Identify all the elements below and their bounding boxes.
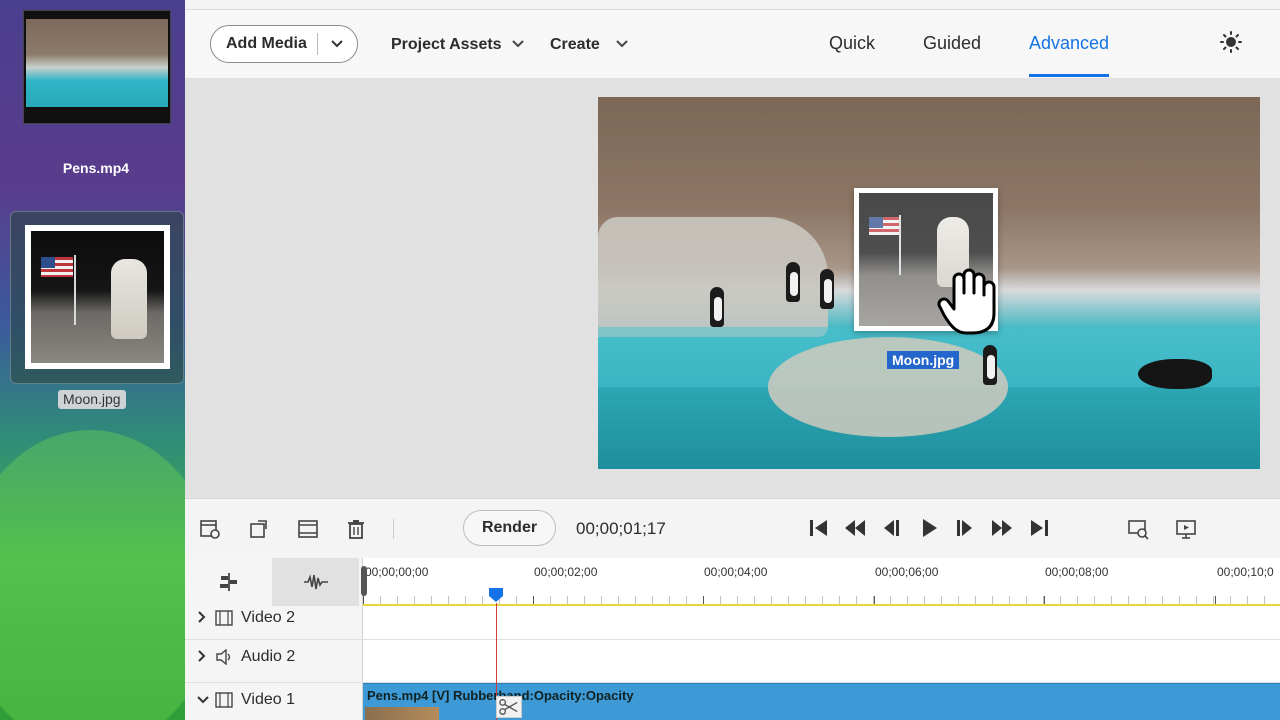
chevron-right-icon[interactable]: [197, 649, 207, 665]
audio-waveform-button[interactable]: [272, 558, 359, 606]
ruler-label: 00;00;10;0: [1217, 565, 1274, 579]
full-screen-preview-icon[interactable]: [1175, 518, 1197, 540]
ruler-label: 00;00;02;00: [534, 565, 598, 579]
create-menu[interactable]: Create: [550, 36, 628, 54]
pens-thumbnail-image: [26, 19, 168, 107]
step-forward-icon[interactable]: [952, 516, 978, 540]
ruler-major-tick: [1215, 596, 1216, 604]
chevron-down-icon[interactable]: [318, 36, 356, 52]
add-to-timeline-icon[interactable]: [199, 518, 221, 540]
track-row-video-2: Video 2: [185, 606, 1280, 640]
track-label: Video 2: [241, 609, 295, 626]
pens-file-label: Pens.mp4: [62, 160, 130, 176]
seal-shape: [1138, 359, 1212, 389]
fast-forward-icon[interactable]: [989, 516, 1015, 540]
astronaut-shape: [111, 259, 147, 339]
track-row-audio-2: Audio 2: [185, 640, 1280, 683]
chevron-right-icon[interactable]: [197, 610, 207, 626]
monitor-panel: Moon.jpg: [185, 78, 1280, 498]
play-icon[interactable]: [916, 516, 942, 540]
pens-video-thumbnail[interactable]: [23, 10, 171, 124]
track-label: Audio 2: [241, 648, 296, 665]
add-media-button[interactable]: Add Media: [210, 25, 358, 63]
flag-pole-shape: [899, 215, 901, 275]
flag-shape: [41, 257, 73, 277]
ruler-label: 00;00;06;00: [875, 565, 939, 579]
chevron-down-icon: [511, 36, 524, 54]
chevron-down-icon[interactable]: [197, 693, 209, 708]
desktop-background: Pens.mp4 Moon.jpg: [0, 0, 185, 720]
project-assets-label: Project Assets: [391, 36, 502, 53]
timeline-toolbar: Render 00;00;01;17: [185, 498, 1280, 558]
render-button[interactable]: Render: [463, 510, 556, 546]
rewind-icon[interactable]: [842, 516, 868, 540]
moon-image-thumbnail[interactable]: [25, 225, 170, 369]
toolbar-divider: [393, 519, 394, 539]
filmstrip-icon[interactable]: [297, 518, 319, 540]
waveform-icon: [303, 574, 328, 590]
go-to-end-icon[interactable]: [1026, 516, 1052, 540]
chevron-down-icon: [616, 36, 628, 54]
tab-advanced[interactable]: Advanced: [1029, 33, 1109, 54]
create-label: Create: [550, 36, 600, 53]
clip-thumbnail: [365, 707, 439, 720]
ruler-major-tick: [874, 596, 875, 604]
penguin-shape: [820, 269, 834, 309]
preview-zoom-icon[interactable]: [1127, 518, 1149, 540]
film-icon: [215, 610, 233, 626]
drag-file-label: Moon.jpg: [887, 351, 960, 369]
penguin-shape: [786, 262, 800, 302]
track-header-audio-2[interactable]: Audio 2: [197, 648, 295, 666]
film-icon: [215, 692, 233, 708]
align-icon: [219, 573, 237, 591]
add-media-label: Add Media: [226, 35, 307, 52]
brightness-icon[interactable]: [1220, 31, 1242, 53]
rotate-icon[interactable]: [248, 518, 270, 540]
step-back-icon[interactable]: [879, 516, 905, 540]
track-label: Video 1: [241, 691, 295, 708]
ruler-major-tick: [363, 596, 364, 604]
ruler-label: 00;00;00;00: [365, 565, 429, 579]
ruler-major-tick: [703, 596, 704, 604]
smart-trim-button[interactable]: [185, 558, 272, 606]
track-header-video-2[interactable]: Video 2: [197, 608, 295, 628]
work-area-start-handle[interactable]: [361, 566, 367, 596]
scissors-icon[interactable]: [496, 696, 522, 718]
timeline-panel: 00;00;00;00 00;00;02;00 00;00;04;00 00;0…: [185, 558, 1280, 720]
active-tab-indicator: [1029, 74, 1109, 77]
window-top-strip: [185, 0, 1280, 10]
speaker-icon: [216, 649, 231, 665]
ruler-major-tick: [533, 596, 534, 604]
video-preview[interactable]: Moon.jpg: [598, 97, 1260, 469]
moon-thumbnail-image: [31, 231, 164, 363]
app-header: Add Media Project Assets Create Quick Gu…: [185, 10, 1280, 78]
penguin-shape: [710, 287, 724, 327]
ruler-major-tick: [1044, 596, 1045, 604]
go-to-start-icon[interactable]: [806, 516, 832, 540]
playhead-handle[interactable]: [488, 587, 504, 603]
flag-pole-shape: [74, 255, 76, 325]
penguin-shape: [983, 345, 997, 385]
tab-guided[interactable]: Guided: [923, 33, 981, 54]
hand-cursor-icon: [937, 268, 996, 335]
moon-file-label: Moon.jpg: [58, 390, 126, 409]
project-assets-menu[interactable]: Project Assets: [391, 36, 524, 54]
tab-quick[interactable]: Quick: [829, 33, 875, 54]
ruler-label: 00;00;08;00: [1045, 565, 1109, 579]
trash-icon[interactable]: [345, 518, 367, 540]
premiere-elements-window: Add Media Project Assets Create Quick Gu…: [185, 0, 1280, 720]
current-timecode[interactable]: 00;00;01;17: [576, 519, 666, 539]
flag-shape: [869, 217, 899, 235]
track-header-video-1[interactable]: Video 1: [197, 691, 295, 709]
ruler-label: 00;00;04;00: [704, 565, 768, 579]
